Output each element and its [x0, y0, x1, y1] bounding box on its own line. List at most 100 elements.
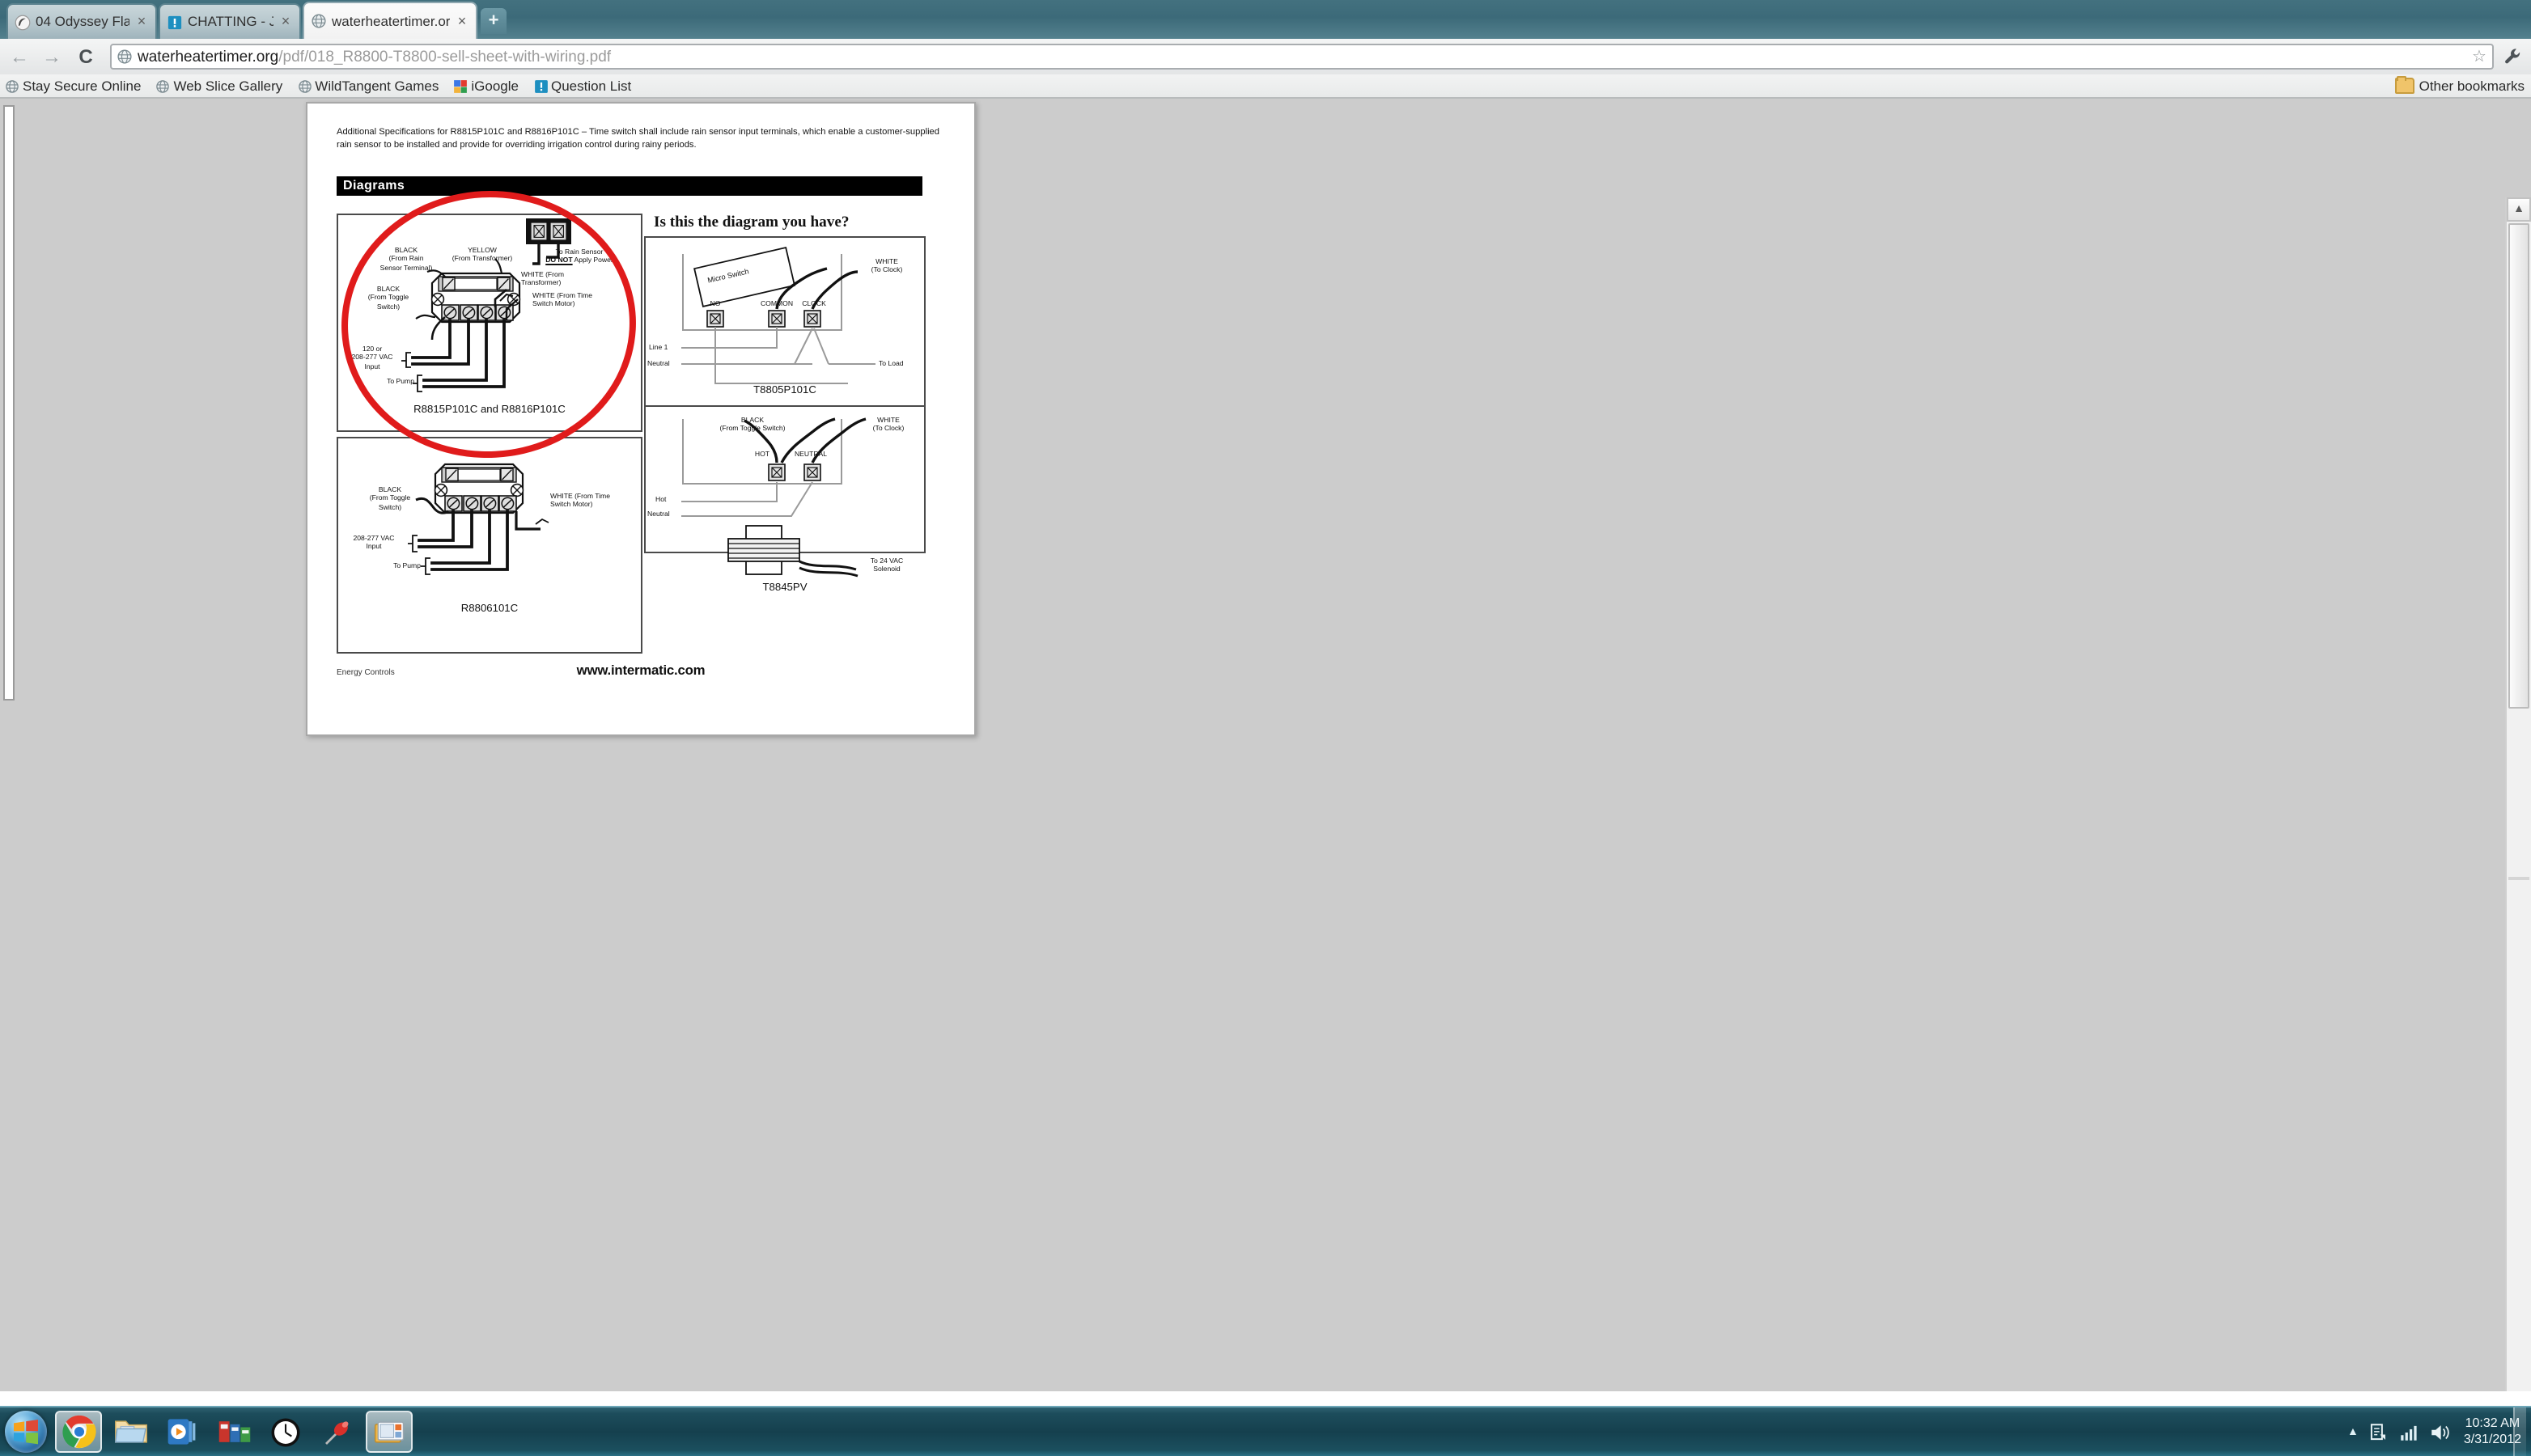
bookmarks-bar: Stay Secure Online Web Slice Gallery Wil… — [0, 74, 2531, 99]
pdf-viewport[interactable]: Additional Specifications for R8815P101C… — [0, 99, 2531, 1391]
reload-button[interactable]: C — [73, 44, 99, 70]
action-center-icon[interactable] — [2368, 1421, 2389, 1442]
bookmark-stay-secure-online[interactable]: Stay Secure Online — [5, 78, 141, 94]
bookmark-web-slice-gallery[interactable]: Web Slice Gallery — [155, 78, 282, 94]
scrollbar-up-arrow[interactable]: ▲ — [2507, 197, 2531, 222]
screen: 04 Odyssey Flashing Drive L × CHATTING -… — [0, 0, 2531, 1456]
office-suite-icon — [218, 1421, 250, 1442]
label-line: (From Toggle — [367, 293, 409, 302]
other-bookmarks-button[interactable]: Other bookmarks — [2394, 76, 2525, 94]
pushpin-icon — [325, 1420, 349, 1444]
browser-tab-1[interactable]: 04 Odyssey Flashing Drive L × — [6, 3, 157, 39]
bookmark-label: Web Slice Gallery — [173, 78, 283, 94]
label-line: Solenoid — [873, 565, 901, 574]
label-line: 208-277 VAC — [351, 353, 393, 362]
label-neutral: Neutral — [647, 359, 670, 367]
bookmark-igoogle[interactable]: iGoogle — [453, 78, 519, 94]
explorer-taskbar-button[interactable] — [107, 1411, 154, 1453]
label-yellow-from-transformer: YELLOW (From Transformer) — [435, 246, 529, 264]
label-white-from-time-switch-motor: WHITE (From Time Switch Motor) — [532, 291, 592, 309]
chrome-menu-button[interactable] — [2499, 44, 2526, 70]
show-hidden-icons-button[interactable]: ▲ — [2347, 1426, 2359, 1437]
globe-icon — [312, 14, 326, 28]
label-line: WHITE — [875, 257, 898, 265]
label-vac-input: 120 or 208-277 VAC Input — [338, 345, 406, 370]
bookmark-star-icon[interactable]: ☆ — [2470, 48, 2489, 66]
label-line: Switch) — [376, 302, 401, 311]
photo-viewer-taskbar-button[interactable] — [366, 1411, 413, 1453]
scrollbar-track-mark — [2508, 877, 2529, 880]
label-line-emphasis: DO NOT — [545, 256, 573, 265]
browser-tab-3-close-icon[interactable]: × — [455, 13, 469, 28]
label-line: Transformer) — [521, 278, 562, 287]
globe-icon — [117, 49, 132, 64]
label-line: Switch Motor) — [532, 299, 575, 308]
label-line: BLACK — [394, 246, 418, 254]
label-to-rain-sensor: To Rain Sensor DO NOT Apply Power — [523, 248, 636, 265]
diagram-t8805-t8845: Micro Switch NO COMMON CLOCK WHITE (To C… — [644, 236, 926, 594]
label-line: Apply Power — [572, 256, 613, 265]
office-taskbar-button[interactable] — [210, 1411, 257, 1453]
browser-tab-3-label: waterheatertimer.org/pdf/0 — [332, 12, 450, 28]
label-line: To Rain Sensor — [555, 248, 604, 256]
spec-paragraph: Additional Specifications for R8815P101C… — [337, 128, 940, 151]
label-no: NO — [710, 299, 721, 307]
label-line-1: Line 1 — [649, 343, 668, 351]
label-white-from-time-switch-motor: WHITE (From Time Switch Motor) — [550, 492, 610, 510]
back-button[interactable]: ← — [6, 44, 32, 70]
volume-icon[interactable] — [2430, 1421, 2451, 1442]
pdf-page: Additional Specifications for R8815P101C… — [306, 102, 976, 736]
label-line: Switch Motor) — [550, 500, 593, 509]
label-line: Input — [366, 542, 382, 551]
bookmark-question-list[interactable]: Question List — [533, 78, 631, 94]
diagram-r8806101c: BLACK (From Toggle Switch) WHITE (From T… — [337, 437, 642, 654]
browser-tab-3[interactable]: waterheatertimer.org/pdf/0 × — [303, 2, 477, 39]
firefox-icon — [15, 14, 31, 30]
label-line: (From Transformer) — [452, 254, 513, 263]
windows-logo-icon — [14, 1420, 38, 1445]
show-desktop-button[interactable] — [2513, 1407, 2526, 1456]
photo-gallery-icon — [373, 1421, 404, 1443]
new-tab-button[interactable]: + — [481, 8, 507, 34]
label-vac-input: 208-277 VAC Input — [340, 534, 408, 552]
label-white-to-clock: WHITE (To Clock) — [856, 257, 918, 275]
viewport-left-artifact — [3, 105, 15, 700]
folder-icon — [2394, 76, 2414, 94]
network-signal-icon[interactable] — [2399, 1421, 2420, 1442]
label-line: BLACK — [740, 416, 765, 424]
label-line: WHITE (From — [521, 270, 564, 278]
bookmark-label: Question List — [551, 78, 632, 94]
scrollbar-thumb[interactable] — [2508, 223, 2529, 709]
label-line: Switch) — [378, 502, 402, 511]
browser-tab-1-close-icon[interactable]: × — [134, 14, 149, 29]
diagram-a-caption: R8815P101C and R8816P101C — [413, 404, 566, 416]
diagram-d-caption: T8845PV — [762, 582, 808, 594]
forward-button[interactable]: → — [39, 44, 65, 70]
globe-icon — [156, 79, 170, 92]
clock-app-taskbar-button[interactable] — [262, 1411, 309, 1453]
diagram-r8815-r8816: BLACK (From Rain Sensor Terminal) YELLOW… — [337, 214, 642, 432]
label-line: (To Clock) — [871, 265, 903, 274]
label-line: WHITE (From Time — [550, 492, 610, 500]
label-line: (To Clock) — [872, 424, 905, 433]
bookmark-wildtangent-games[interactable]: WildTangent Games — [297, 78, 439, 94]
address-bar-url: waterheatertimer.org/pdf/018_R8800-T8800… — [138, 48, 2470, 66]
diagrams-section-heading: Diagrams — [337, 176, 922, 196]
label-neutral: Neutral — [647, 510, 670, 518]
media-player-icon — [167, 1419, 195, 1445]
page-scrollbar[interactable]: ▲ ▼ — [2505, 197, 2531, 1391]
label-line: (From Rain — [388, 254, 424, 263]
media-player-taskbar-button[interactable] — [159, 1411, 206, 1453]
browser-tab-2[interactable]: CHATTING - JustAnswer - I × — [159, 3, 301, 39]
chrome-icon — [61, 1415, 95, 1449]
analog-clock-icon — [271, 1417, 300, 1446]
address-bar[interactable]: waterheatertimer.org/pdf/018_R8800-T8800… — [110, 44, 2494, 70]
label-clock: CLOCK — [802, 299, 826, 307]
browser-tab-2-close-icon[interactable]: × — [278, 14, 293, 29]
diagram-c-caption: T8805P101C — [753, 385, 816, 396]
address-bar-host: waterheatertimer.org — [138, 48, 279, 66]
pin-app-taskbar-button[interactable] — [314, 1411, 361, 1453]
start-button[interactable] — [5, 1411, 47, 1453]
label-to-pump: To Pump — [387, 377, 414, 385]
chrome-taskbar-button[interactable] — [55, 1411, 102, 1453]
